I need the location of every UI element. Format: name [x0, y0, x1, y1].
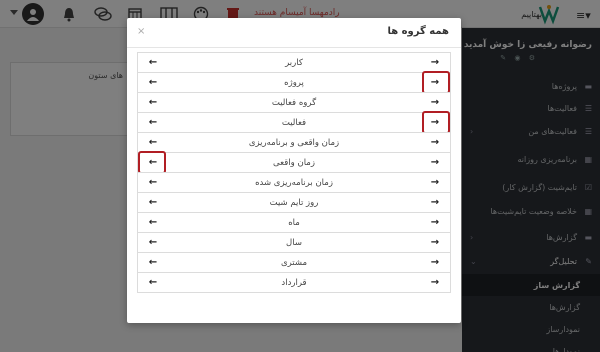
- arrow-left-button[interactable]: ←: [142, 194, 164, 211]
- arrow-left-button[interactable]: ←: [142, 214, 164, 231]
- group-row: ← پروژه →: [137, 71, 451, 94]
- group-row-label: فعالیت: [281, 118, 307, 128]
- arrow-left-button[interactable]: ←: [142, 274, 164, 291]
- arrow-left-button[interactable]: ←: [142, 134, 164, 151]
- group-row: ← گروه فعالیت →: [137, 92, 451, 113]
- group-row-label: کاربر: [285, 58, 303, 68]
- group-row: ← زمان برنامه‌ریزی شده →: [137, 172, 451, 193]
- group-row: ← مشتری →: [137, 252, 451, 273]
- arrow-right-button[interactable]: →: [424, 194, 446, 211]
- arrow-left-button[interactable]: ←: [142, 94, 164, 111]
- arrow-left-button[interactable]: ←: [142, 114, 164, 131]
- group-row-label: ماه: [288, 218, 300, 228]
- arrow-left-button[interactable]: ←: [142, 254, 164, 271]
- arrow-right-button[interactable]: →: [424, 234, 446, 251]
- arrow-right-button[interactable]: →: [424, 74, 446, 91]
- group-list: ← کاربر → ← پروژه → ← گروه فعالیت → ← فعالیت → ← زمان…: [137, 52, 451, 293]
- group-row-label: پروژه: [284, 78, 304, 88]
- arrow-right-button[interactable]: →: [424, 214, 446, 231]
- group-row-label: گروه فعالیت: [271, 98, 317, 108]
- arrow-right-button[interactable]: →: [424, 254, 446, 271]
- arrow-right-button[interactable]: →: [424, 114, 446, 131]
- group-row-label: مشتری: [280, 258, 308, 268]
- arrow-left-button[interactable]: ←: [142, 234, 164, 251]
- arrow-right-button[interactable]: →: [424, 154, 446, 171]
- group-row: ← زمان واقعی →: [137, 151, 451, 174]
- arrow-left-button[interactable]: ←: [142, 74, 164, 91]
- group-row-label: قرارداد: [281, 278, 307, 288]
- group-row-label: زمان واقعی و برنامه‌ریزی: [248, 138, 340, 148]
- group-row: ← سال →: [137, 232, 451, 253]
- arrow-left-button[interactable]: ←: [142, 174, 164, 191]
- arrow-left-button[interactable]: ←: [142, 54, 164, 71]
- group-row: ← روز تایم شیت →: [137, 192, 451, 213]
- arrow-right-button[interactable]: →: [424, 174, 446, 191]
- group-row: ← زمان واقعی و برنامه‌ریزی →: [137, 132, 451, 153]
- arrow-right-button[interactable]: →: [424, 54, 446, 71]
- group-row-label: سال: [286, 238, 302, 248]
- modal-header: همه گروه ها ×: [127, 18, 461, 48]
- group-row-label: زمان واقعی: [273, 158, 315, 168]
- group-row-label: روز تایم شیت: [269, 198, 319, 208]
- close-icon[interactable]: ×: [137, 26, 145, 37]
- arrow-right-button[interactable]: →: [424, 274, 446, 291]
- arrow-right-button[interactable]: →: [424, 134, 446, 151]
- group-row: ← کاربر →: [137, 52, 451, 73]
- modal-title: همه گروه ها: [387, 26, 449, 37]
- arrow-right-button[interactable]: →: [424, 94, 446, 111]
- group-row: ← فعالیت →: [137, 111, 451, 134]
- group-row-label: زمان برنامه‌ریزی شده: [255, 178, 333, 188]
- all-groups-modal: همه گروه ها × ← کاربر → ← پروژه → ← گروه فعالیت…: [127, 18, 461, 323]
- group-row: ← ماه →: [137, 212, 451, 233]
- arrow-left-button[interactable]: ←: [142, 154, 164, 171]
- group-row: ← قرارداد →: [137, 272, 451, 293]
